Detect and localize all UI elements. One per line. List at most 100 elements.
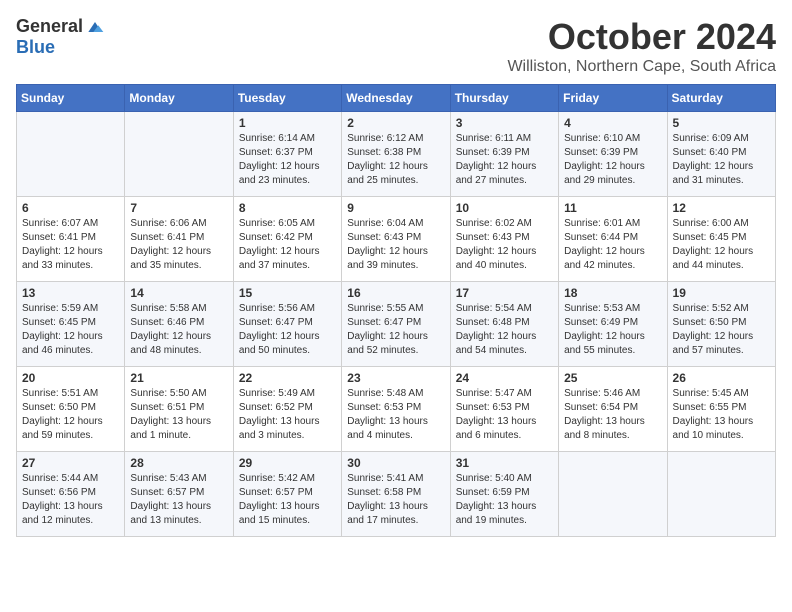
day-number: 11 xyxy=(564,201,661,215)
calendar-cell: 6Sunrise: 6:07 AMSunset: 6:41 PMDaylight… xyxy=(17,197,125,282)
day-info: Sunrise: 5:59 AMSunset: 6:45 PMDaylight:… xyxy=(22,302,119,358)
day-number: 24 xyxy=(456,371,553,385)
calendar-cell: 3Sunrise: 6:11 AMSunset: 6:39 PMDaylight… xyxy=(450,112,558,197)
logo-icon xyxy=(85,17,105,37)
calendar-cell: 28 Sunrise: 5:43 AMSunset: 6:57 PMDayligh… xyxy=(125,452,233,537)
calendar-week-row: 13 Sunrise: 5:59 AMSunset: 6:45 PMDayligh… xyxy=(17,282,776,367)
day-info: Sunrise: 6:00 AMSunset: 6:45 PMDaylight:… xyxy=(673,217,770,273)
calendar-cell: 9Sunrise: 6:04 AMSunset: 6:43 PMDaylight… xyxy=(342,197,450,282)
calendar-cell: 27 Sunrise: 5:44 AMSunset: 6:56 PMDayligh… xyxy=(17,452,125,537)
day-number: 27 xyxy=(22,456,119,470)
subtitle: Williston, Northern Cape, South Africa xyxy=(507,58,776,76)
calendar-week-row: 27 Sunrise: 5:44 AMSunset: 6:56 PMDayligh… xyxy=(17,452,776,537)
day-info: Sunrise: 6:14 AMSunset: 6:37 PMDaylight:… xyxy=(239,132,336,188)
day-info: Sunrise: 5:45 AMSunset: 6:55 PMDaylight:… xyxy=(673,387,770,443)
day-number: 31 xyxy=(456,456,553,470)
day-info: Sunrise: 5:58 AMSunset: 6:46 PMDaylight:… xyxy=(130,302,227,358)
day-number: 19 xyxy=(673,286,770,300)
day-info: Sunrise: 6:05 AMSunset: 6:42 PMDaylight:… xyxy=(239,217,336,273)
day-number: 7 xyxy=(130,201,227,215)
calendar-cell: 19 Sunrise: 5:52 AMSunset: 6:50 PMDayligh… xyxy=(667,282,775,367)
calendar-cell: 2 Sunrise: 6:12 AMSunset: 6:38 PMDaylight… xyxy=(342,112,450,197)
day-number: 9 xyxy=(347,201,444,215)
day-info: Sunrise: 6:02 AMSunset: 6:43 PMDaylight:… xyxy=(456,217,553,273)
calendar-week-row: 20Sunrise: 5:51 AMSunset: 6:50 PMDayligh… xyxy=(17,367,776,452)
calendar-cell: 31 Sunrise: 5:40 AMSunset: 6:59 PMDayligh… xyxy=(450,452,558,537)
calendar-cell: 30Sunrise: 5:41 AMSunset: 6:58 PMDayligh… xyxy=(342,452,450,537)
main-title: October 2024 xyxy=(507,16,776,58)
calendar-cell: 24 Sunrise: 5:47 AMSunset: 6:53 PMDayligh… xyxy=(450,367,558,452)
calendar-cell: 15Sunrise: 5:56 AMSunset: 6:47 PMDayligh… xyxy=(233,282,341,367)
day-info: Sunrise: 6:01 AMSunset: 6:44 PMDaylight:… xyxy=(564,217,661,273)
day-number: 21 xyxy=(130,371,227,385)
day-number: 12 xyxy=(673,201,770,215)
day-info: Sunrise: 5:44 AMSunset: 6:56 PMDaylight:… xyxy=(22,472,119,528)
day-info: Sunrise: 6:06 AMSunset: 6:41 PMDaylight:… xyxy=(130,217,227,273)
day-info: Sunrise: 6:09 AMSunset: 6:40 PMDaylight:… xyxy=(673,132,770,188)
calendar-cell: 18Sunrise: 5:53 AMSunset: 6:49 PMDayligh… xyxy=(559,282,667,367)
day-number: 4 xyxy=(564,116,661,130)
day-of-week-header: Thursday xyxy=(450,85,558,112)
title-section: October 2024 Williston, Northern Cape, S… xyxy=(507,16,776,76)
calendar-header-row: SundayMondayTuesdayWednesdayThursdayFrid… xyxy=(17,85,776,112)
day-number: 10 xyxy=(456,201,553,215)
calendar-cell: 11 Sunrise: 6:01 AMSunset: 6:44 PMDayligh… xyxy=(559,197,667,282)
calendar-cell xyxy=(125,112,233,197)
day-number: 23 xyxy=(347,371,444,385)
day-info: Sunrise: 5:55 AMSunset: 6:47 PMDaylight:… xyxy=(347,302,444,358)
day-number: 8 xyxy=(239,201,336,215)
day-of-week-header: Saturday xyxy=(667,85,775,112)
day-info: Sunrise: 5:40 AMSunset: 6:59 PMDaylight:… xyxy=(456,472,553,528)
calendar-cell: 4 Sunrise: 6:10 AMSunset: 6:39 PMDaylight… xyxy=(559,112,667,197)
logo: General Blue xyxy=(16,16,105,58)
calendar-cell: 7 Sunrise: 6:06 AMSunset: 6:41 PMDaylight… xyxy=(125,197,233,282)
calendar-cell xyxy=(559,452,667,537)
day-number: 14 xyxy=(130,286,227,300)
day-number: 5 xyxy=(673,116,770,130)
day-info: Sunrise: 5:42 AMSunset: 6:57 PMDaylight:… xyxy=(239,472,336,528)
day-of-week-header: Friday xyxy=(559,85,667,112)
day-number: 16 xyxy=(347,286,444,300)
logo-blue-text: Blue xyxy=(16,37,55,58)
calendar-cell: 14 Sunrise: 5:58 AMSunset: 6:46 PMDayligh… xyxy=(125,282,233,367)
day-info: Sunrise: 5:43 AMSunset: 6:57 PMDaylight:… xyxy=(130,472,227,528)
page-header: General Blue October 2024 Williston, Nor… xyxy=(16,16,776,76)
day-number: 6 xyxy=(22,201,119,215)
calendar-cell: 1 Sunrise: 6:14 AMSunset: 6:37 PMDaylight… xyxy=(233,112,341,197)
calendar-cell: 26Sunrise: 5:45 AMSunset: 6:55 PMDayligh… xyxy=(667,367,775,452)
day-of-week-header: Wednesday xyxy=(342,85,450,112)
day-number: 13 xyxy=(22,286,119,300)
calendar-cell: 22Sunrise: 5:49 AMSunset: 6:52 PMDayligh… xyxy=(233,367,341,452)
day-number: 18 xyxy=(564,286,661,300)
day-number: 28 xyxy=(130,456,227,470)
calendar-cell: 8 Sunrise: 6:05 AMSunset: 6:42 PMDaylight… xyxy=(233,197,341,282)
day-info: Sunrise: 5:47 AMSunset: 6:53 PMDaylight:… xyxy=(456,387,553,443)
day-of-week-header: Sunday xyxy=(17,85,125,112)
calendar-week-row: 1 Sunrise: 6:14 AMSunset: 6:37 PMDaylight… xyxy=(17,112,776,197)
day-number: 1 xyxy=(239,116,336,130)
day-number: 25 xyxy=(564,371,661,385)
logo-general-text: General xyxy=(16,16,83,37)
day-info: Sunrise: 5:54 AMSunset: 6:48 PMDaylight:… xyxy=(456,302,553,358)
calendar-cell xyxy=(17,112,125,197)
calendar-table: SundayMondayTuesdayWednesdayThursdayFrid… xyxy=(16,84,776,537)
day-info: Sunrise: 6:10 AMSunset: 6:39 PMDaylight:… xyxy=(564,132,661,188)
calendar-cell: 5 Sunrise: 6:09 AMSunset: 6:40 PMDaylight… xyxy=(667,112,775,197)
day-info: Sunrise: 5:51 AMSunset: 6:50 PMDaylight:… xyxy=(22,387,119,443)
calendar-cell: 21 Sunrise: 5:50 AMSunset: 6:51 PMDayligh… xyxy=(125,367,233,452)
day-number: 3 xyxy=(456,116,553,130)
calendar-cell: 25 Sunrise: 5:46 AMSunset: 6:54 PMDayligh… xyxy=(559,367,667,452)
calendar-cell: 23Sunrise: 5:48 AMSunset: 6:53 PMDayligh… xyxy=(342,367,450,452)
day-info: Sunrise: 5:46 AMSunset: 6:54 PMDaylight:… xyxy=(564,387,661,443)
day-info: Sunrise: 5:56 AMSunset: 6:47 PMDaylight:… xyxy=(239,302,336,358)
day-number: 29 xyxy=(239,456,336,470)
day-info: Sunrise: 5:50 AMSunset: 6:51 PMDaylight:… xyxy=(130,387,227,443)
day-number: 22 xyxy=(239,371,336,385)
calendar-cell: 17Sunrise: 5:54 AMSunset: 6:48 PMDayligh… xyxy=(450,282,558,367)
calendar-cell: 10 Sunrise: 6:02 AMSunset: 6:43 PMDayligh… xyxy=(450,197,558,282)
day-of-week-header: Monday xyxy=(125,85,233,112)
day-number: 2 xyxy=(347,116,444,130)
calendar-cell: 12 Sunrise: 6:00 AMSunset: 6:45 PMDayligh… xyxy=(667,197,775,282)
day-info: Sunrise: 5:52 AMSunset: 6:50 PMDaylight:… xyxy=(673,302,770,358)
day-info: Sunrise: 6:12 AMSunset: 6:38 PMDaylight:… xyxy=(347,132,444,188)
